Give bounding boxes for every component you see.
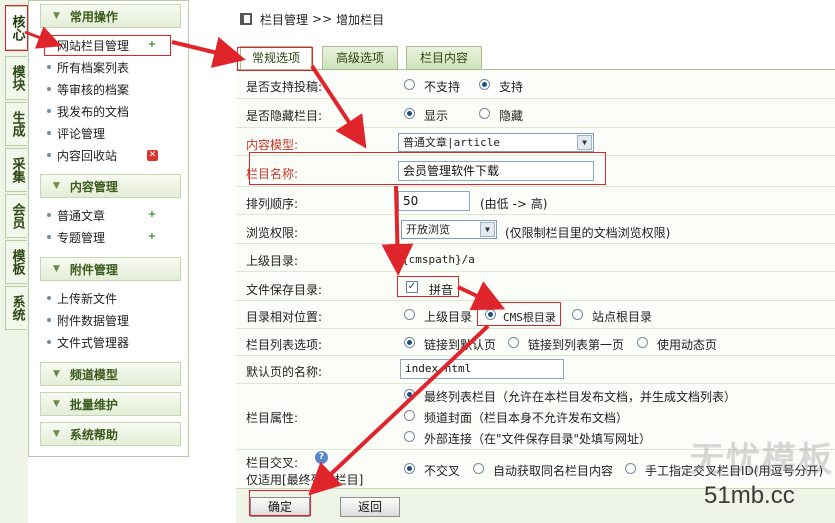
arrow <box>310 64 367 149</box>
watermark: 无忧模板 51mb.cc <box>690 430 835 523</box>
watermark-line1: 无忧模板 <box>690 440 834 480</box>
arrow <box>308 324 490 496</box>
arrow <box>24 26 62 49</box>
arrow <box>457 281 506 311</box>
arrow <box>381 185 414 276</box>
arrow <box>171 36 246 68</box>
watermark-line2: 51mb.cc <box>704 482 795 509</box>
